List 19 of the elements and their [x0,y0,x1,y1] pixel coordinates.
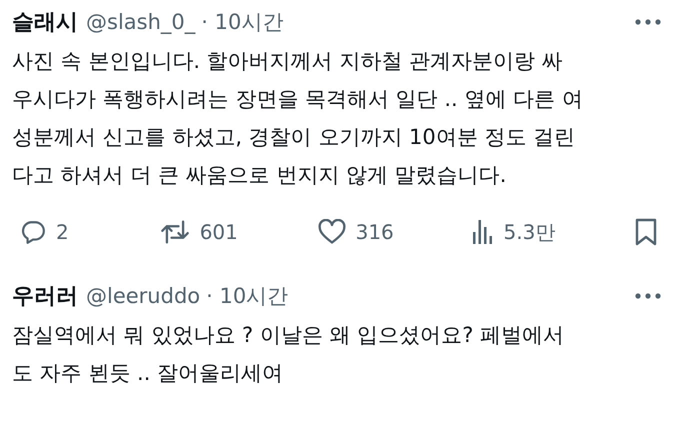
action-count: 601 [200,220,238,244]
bookmark-icon[interactable] [635,218,657,246]
author-handle[interactable]: @slash_0_ [86,10,196,34]
post-time: · 10시간 [201,9,284,36]
more-icon[interactable] [635,293,661,299]
author-name[interactable]: 슬래시 [12,7,78,37]
author-handle[interactable]: @leeruddo [86,284,200,308]
post-text: 사진 속 본인입니다. 할아버지께서 지하철 관계자분이랑 싸 우시다가 폭행하시려는 장면을 목격해서 일단 .. 옆에 다른 여 성분께서 신고를 하셨고, 경찰이 오기까지 10여분 정도 걸린 다고 하셔서 더 큰 싸움으로 번지지 않게 말렸습니다. [12,48,584,189]
action-count: 2 [56,220,69,244]
post-text: 잠실역에서 뭐 있었나요 ? 이날은 왜 입으셨어요? 페벌에서 도 자주 뵌듯 .. 잘어울리세여 [12,322,566,387]
bar-chart-icon[interactable] [473,220,494,244]
post-time: · 10시간 [206,283,288,310]
reply-icon[interactable] [20,219,46,245]
author-name[interactable]: 우러러 [12,281,78,311]
action-count: 5.3만 [503,218,556,246]
more-icon[interactable] [635,19,661,25]
action-count: 316 [356,220,394,244]
repost-icon[interactable] [160,219,190,245]
heart-icon[interactable] [318,219,346,245]
